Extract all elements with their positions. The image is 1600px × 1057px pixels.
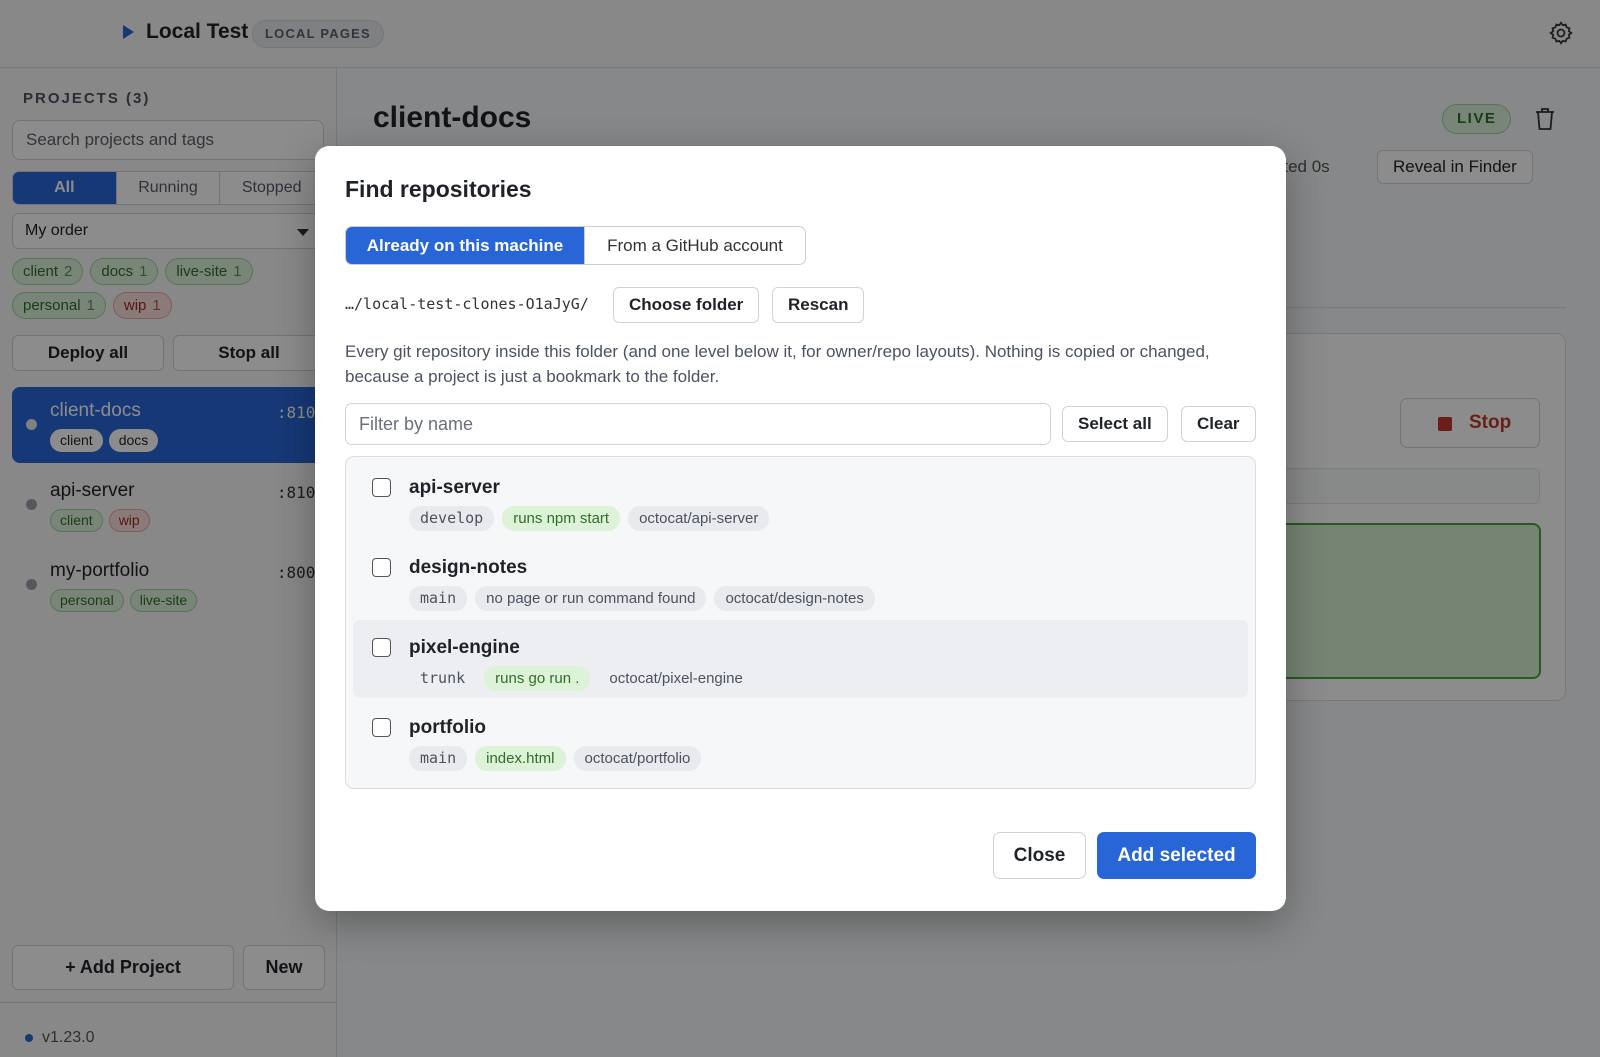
repo-slug-chip: octocat/portfolio <box>573 746 702 771</box>
repo-filter-input[interactable] <box>345 403 1051 445</box>
repo-checkbox[interactable] <box>372 638 391 657</box>
repo-name: api-server <box>409 477 500 498</box>
list-item[interactable]: pixel-engine trunk runs go run . octocat… <box>353 620 1248 698</box>
clear-button[interactable]: Clear <box>1181 406 1256 442</box>
repo-name: pixel-engine <box>409 637 520 658</box>
close-button[interactable]: Close <box>993 832 1086 879</box>
folder-path: …/local-test-clones-O1aJyG/ <box>345 295 589 313</box>
list-item[interactable]: design-notes main no page or run command… <box>353 540 1248 618</box>
list-item[interactable]: api-server develop runs npm start octoca… <box>353 460 1248 538</box>
branch-chip: trunk <box>420 669 466 687</box>
tab-local-machine[interactable]: Already on this machine <box>346 227 584 264</box>
repo-checkbox[interactable] <box>372 478 391 497</box>
list-item[interactable]: portfolio main index.html octocat/portfo… <box>353 700 1248 778</box>
branch-chip: main <box>409 586 468 611</box>
rescan-button[interactable]: Rescan <box>772 287 865 323</box>
source-tabs: Already on this machine From a GitHub ac… <box>345 226 806 265</box>
repo-slug-chip: octocat/design-notes <box>714 586 875 611</box>
find-repositories-dialog: Find repositories Already on this machin… <box>315 146 1286 911</box>
select-all-button[interactable]: Select all <box>1062 406 1168 442</box>
run-command-chip: index.html <box>475 746 566 771</box>
repo-name: portfolio <box>409 717 487 738</box>
tab-github-account[interactable]: From a GitHub account <box>584 227 805 264</box>
run-command-chip: runs npm start <box>502 506 621 531</box>
repo-checkbox[interactable] <box>372 718 391 737</box>
run-command-chip: no page or run command found <box>475 586 707 611</box>
repo-name: design-notes <box>409 557 528 578</box>
dialog-title: Find repositories <box>345 176 532 202</box>
choose-folder-button[interactable]: Choose folder <box>613 287 760 323</box>
branch-chip: develop <box>409 506 495 531</box>
add-selected-button[interactable]: Add selected <box>1097 832 1256 879</box>
dialog-description: Every git repository inside this folder … <box>345 342 1210 386</box>
repo-slug-chip: octocat/api-server <box>628 506 770 531</box>
run-command-chip: runs go run . <box>484 666 591 691</box>
repository-list: api-server develop runs npm start octoca… <box>345 456 1256 789</box>
branch-chip: main <box>409 746 468 771</box>
repo-slug-chip: octocat/pixel-engine <box>609 670 743 687</box>
repo-checkbox[interactable] <box>372 558 391 577</box>
